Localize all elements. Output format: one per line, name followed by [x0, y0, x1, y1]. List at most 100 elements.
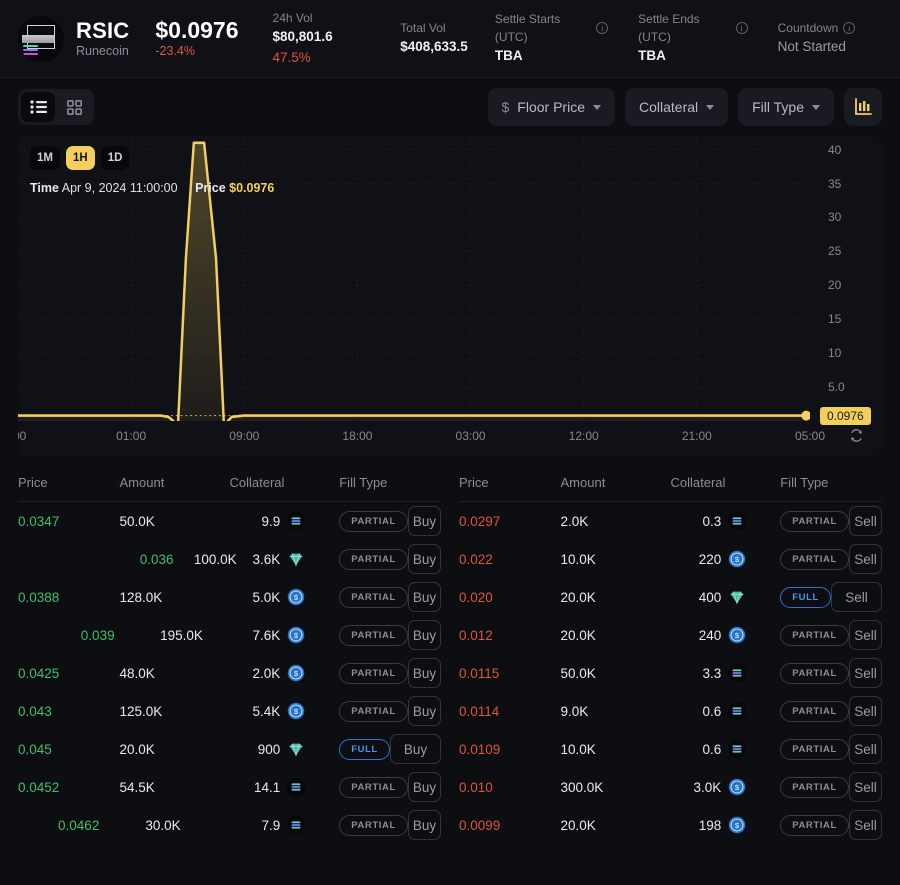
- grid-view-button[interactable]: [57, 92, 91, 122]
- table-row[interactable]: 0.0297 2.0K 0.3 PARTIAL Sell: [459, 502, 882, 540]
- table-row[interactable]: 0.012 20.0K 240 $ PARTIAL Sell: [459, 616, 882, 654]
- table-row[interactable]: 0.022 10.0K 220 $ PARTIAL Sell: [459, 540, 882, 578]
- cell-amount: 2.0K: [560, 513, 589, 529]
- table-row[interactable]: 0.0114 9.0K 0.6 PARTIAL Sell: [459, 692, 882, 730]
- solana-icon: [728, 740, 747, 758]
- cell-collateral: 3.3: [670, 664, 776, 682]
- stat-total-vol: Total Vol $408,633.5: [400, 19, 468, 57]
- solana-icon: [728, 664, 747, 682]
- buy-button[interactable]: Buy: [407, 772, 441, 802]
- table-row[interactable]: 0.020 20.0K 400 FULL Sell: [459, 578, 882, 616]
- tooltip-price-value: $0.0976: [229, 181, 275, 195]
- cell-price: 0.0297: [459, 513, 501, 529]
- table-row[interactable]: 0.0109 10.0K 0.6 PARTIAL Sell: [459, 730, 882, 768]
- stat-value: TBA: [638, 48, 666, 64]
- x-axis-tick: 12:00: [568, 429, 599, 443]
- refresh-button[interactable]: [849, 428, 864, 448]
- cell-price: 0.020: [459, 589, 493, 605]
- filter-collateral[interactable]: Collateral: [624, 88, 729, 126]
- sell-button[interactable]: Sell: [830, 582, 882, 612]
- table-row[interactable]: 0.0347 50.0K 9.9 PARTIAL Buy: [18, 502, 441, 540]
- usdc-icon: $: [728, 778, 746, 796]
- buy-button[interactable]: Buy: [389, 734, 441, 764]
- table-row[interactable]: 0.039 195.0K 7.6K $ PARTIAL Buy: [18, 616, 441, 654]
- table-row[interactable]: 0.0452 54.5K 14.1 PARTIAL Buy: [18, 768, 441, 806]
- collateral-value: 3.6K: [252, 551, 281, 567]
- table-row[interactable]: 0.036 100.0K 3.6K PARTIAL Buy: [18, 540, 441, 578]
- collateral-value: 5.0K: [252, 589, 281, 605]
- buy-button[interactable]: Buy: [407, 810, 441, 840]
- fill-type-badge: PARTIAL: [339, 548, 408, 570]
- table-row[interactable]: 0.0425 48.0K 2.0K $ PARTIAL Buy: [18, 654, 441, 692]
- diamond-icon: [289, 553, 303, 567]
- sell-button[interactable]: Sell: [848, 810, 882, 840]
- collateral-value: 3.0K: [693, 779, 722, 795]
- stat-label: Total Vol: [400, 21, 446, 36]
- sell-button[interactable]: Sell: [848, 658, 882, 688]
- info-icon[interactable]: i: [735, 22, 748, 35]
- cell-collateral: 400: [670, 588, 776, 606]
- chart-svg: [18, 136, 812, 427]
- filter-fill-type[interactable]: Fill Type: [738, 88, 834, 126]
- cell-collateral: 0.6: [670, 740, 776, 758]
- filter-floor-price[interactable]: $ Floor Price: [487, 88, 615, 126]
- asset-subname: Runecoin: [76, 44, 129, 59]
- solana-icon: [728, 702, 747, 720]
- table-row[interactable]: 0.0099 20.0K 198 $ PARTIAL Sell: [459, 806, 882, 844]
- fill-type-badge: PARTIAL: [339, 510, 408, 532]
- buy-button[interactable]: Buy: [407, 582, 441, 612]
- collateral-value: 0.6: [702, 703, 722, 719]
- cell-collateral: 3.0K $: [670, 778, 776, 796]
- cell-fill-type: PARTIAL Sell: [776, 696, 882, 726]
- table-row[interactable]: 0.0388 128.0K 5.0K $ PARTIAL Buy: [18, 578, 441, 616]
- sell-button[interactable]: Sell: [848, 772, 882, 802]
- column-header-collateral: Collateral: [670, 475, 726, 490]
- rsic-runecoin-logo-icon: [18, 15, 64, 62]
- range-tab-1m[interactable]: 1M: [30, 146, 60, 170]
- table-row[interactable]: 0.0115 50.0K 3.3 PARTIAL Sell: [459, 654, 882, 692]
- stat-label: 24h Vol: [272, 11, 313, 26]
- asset-name-block: RSIC Runecoin: [76, 18, 129, 60]
- table-row[interactable]: 0.0462 30.0K 7.9 PARTIAL Buy: [18, 806, 441, 844]
- sell-button[interactable]: Sell: [848, 696, 882, 726]
- buy-button[interactable]: Buy: [407, 506, 441, 536]
- table-row[interactable]: 0.010 300.0K 3.0K $ PARTIAL Sell: [459, 768, 882, 806]
- range-tab-1h[interactable]: 1H: [65, 146, 95, 170]
- x-axis-tick: 05:00: [794, 429, 826, 443]
- sell-button[interactable]: Sell: [848, 544, 882, 574]
- column-header-amount: Amount: [560, 475, 606, 490]
- cell-amount: 9.0K: [560, 703, 589, 719]
- cell-collateral: 5.4K $: [229, 702, 335, 720]
- buy-button[interactable]: Buy: [407, 658, 441, 688]
- cell-amount: 54.5K: [119, 779, 155, 795]
- chart-toggle-button[interactable]: [844, 88, 882, 126]
- fill-type-badge: FULL: [339, 738, 390, 760]
- sell-button[interactable]: Sell: [848, 506, 882, 536]
- buy-button[interactable]: Buy: [407, 620, 441, 650]
- filter-label: Collateral: [638, 99, 699, 115]
- stat-label: Settle Starts (UTC): [494, 12, 561, 45]
- table-row[interactable]: 0.045 20.0K 900 FULL Buy: [18, 730, 441, 768]
- collateral-value: 400: [698, 589, 722, 605]
- buy-button[interactable]: Buy: [407, 544, 441, 574]
- price-chart[interactable]: 1M 1H 1D Time Apr 9, 2024 11:00:00 Price…: [18, 136, 882, 456]
- list-view-button[interactable]: [21, 92, 55, 122]
- cell-collateral: 900: [229, 740, 335, 758]
- sell-button[interactable]: Sell: [848, 734, 882, 764]
- solana-icon: [287, 512, 306, 530]
- cell-price: 0.0388: [18, 589, 60, 605]
- info-icon[interactable]: i: [843, 22, 856, 35]
- cell-amount: 48.0K: [119, 665, 155, 681]
- sell-button[interactable]: Sell: [848, 620, 882, 650]
- table-row[interactable]: 0.043 125.0K 5.4K $ PARTIAL Buy: [18, 692, 441, 730]
- diamond-icon: [289, 743, 303, 757]
- info-icon[interactable]: i: [596, 22, 609, 35]
- buy-button[interactable]: Buy: [407, 696, 441, 726]
- column-header-amount: Amount: [119, 475, 165, 490]
- chart-plot-area: [18, 136, 812, 427]
- collateral-value: 5.4K: [252, 703, 281, 719]
- svg-text:$: $: [735, 555, 740, 564]
- range-tab-1d[interactable]: 1D: [100, 146, 130, 170]
- filter-label: Fill Type: [752, 99, 804, 115]
- cell-fill-type: PARTIAL Sell: [776, 620, 882, 650]
